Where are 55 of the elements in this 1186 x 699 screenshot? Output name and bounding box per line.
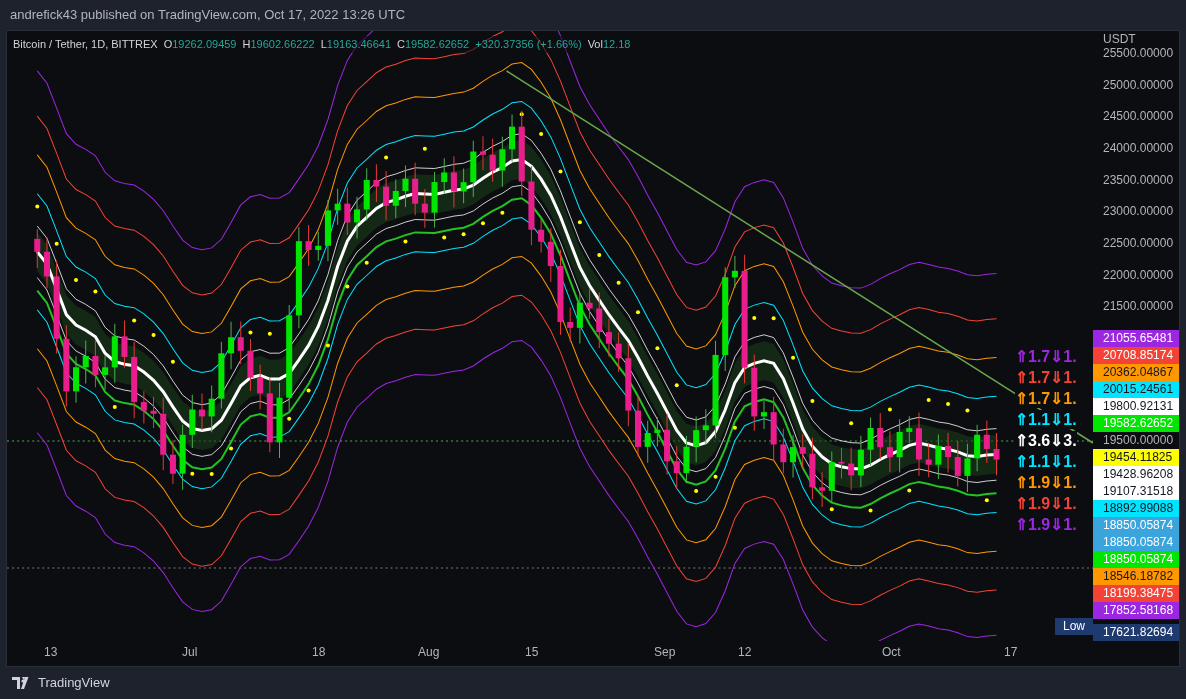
price-label: 20362.04867 xyxy=(1093,364,1179,382)
price-tick: 22500.00000 xyxy=(1102,236,1175,253)
price-label: 19428.96208 xyxy=(1093,466,1179,484)
price-tick: 24000.00000 xyxy=(1102,141,1175,157)
band-ratio-label: ⇑1.1⇓1. xyxy=(1015,452,1077,471)
band-ratio-label: ⇑1.7⇓1. xyxy=(1015,368,1077,387)
ohlc-value: L19163.46641 xyxy=(320,37,392,52)
time-label: Sep xyxy=(654,644,676,661)
time-label: 13 xyxy=(44,644,58,661)
price-tick: 22000.00000 xyxy=(1102,267,1175,284)
time-label: Aug xyxy=(418,644,440,661)
price-label: 20015.24561 xyxy=(1093,381,1179,399)
ohlc-value: C19582.62652 xyxy=(397,37,470,52)
time-label: 12 xyxy=(738,644,752,661)
band-ratio-label: ⇑1.7⇓1. xyxy=(1015,389,1077,408)
time-label: 17 xyxy=(1004,644,1018,661)
price-label: 19800.92131 xyxy=(1093,398,1179,416)
brand-name: TradingView xyxy=(38,674,110,693)
price-label: 20708.85174 xyxy=(1093,347,1179,365)
ohlc-value: H19602.66222 xyxy=(242,37,315,52)
band-ratio-label: ⇑1.9⇓1. xyxy=(1015,494,1077,513)
band-ratio-label: ⇑1.9⇓1. xyxy=(1015,473,1077,492)
price-label: 18546.18782 xyxy=(1093,568,1179,586)
price-label: 18850.05874 xyxy=(1093,517,1179,535)
band-ratio-label: ⇑1.1⇓1. xyxy=(1015,410,1077,429)
price-tick: 24500.00000 xyxy=(1102,109,1175,126)
price-tick: 21500.00000 xyxy=(1102,299,1175,316)
price-tick: 23000.00000 xyxy=(1102,204,1175,221)
currency-label: USDT xyxy=(1102,32,1137,46)
low-label: Low xyxy=(1055,618,1093,635)
time-label: Jul xyxy=(182,644,198,661)
band-ratio-label: ⇑1.9⇓1. xyxy=(1015,515,1077,534)
time-label: Oct xyxy=(882,644,901,661)
price-label: 19454.11825 xyxy=(1093,449,1179,467)
publish-info: andrefick43 published on TradingView.com, Oct 17, 2022 13:26 UTC xyxy=(10,6,406,25)
symbol-title: Bitcoin / Tether, 1D, BITTREX xyxy=(13,37,158,52)
price-label: 19107.31518 xyxy=(1093,483,1179,501)
band-ratio-label: ⇑1.7⇓1. xyxy=(1015,347,1077,366)
time-label: 15 xyxy=(525,644,539,661)
price-label: 18892.99088 xyxy=(1093,500,1179,518)
price-label: 17852.58168 xyxy=(1093,602,1179,620)
price-label: 19582.62652 xyxy=(1093,415,1179,433)
price-label: 21055.65481 xyxy=(1093,330,1179,348)
ohlc-value: O19262.09459 xyxy=(163,37,237,52)
price-change: +320.37356 (+1.66%) xyxy=(475,37,582,52)
price-tick: 25500.00000 xyxy=(1102,46,1175,62)
low-price-label: 17621.82694 xyxy=(1093,624,1179,642)
band-ratio-label: ⇑3.6⇓3. xyxy=(1015,431,1077,450)
price-tick: 23500.00000 xyxy=(1102,172,1175,189)
price-tick: 25000.00000 xyxy=(1102,77,1175,94)
volume-value: Vol12.18 xyxy=(587,37,631,52)
price-label: 18850.05874 xyxy=(1093,534,1179,552)
time-label: 18 xyxy=(312,644,326,661)
price-label: 18199.38475 xyxy=(1093,585,1179,603)
price-label: 18850.05874 xyxy=(1093,551,1179,569)
